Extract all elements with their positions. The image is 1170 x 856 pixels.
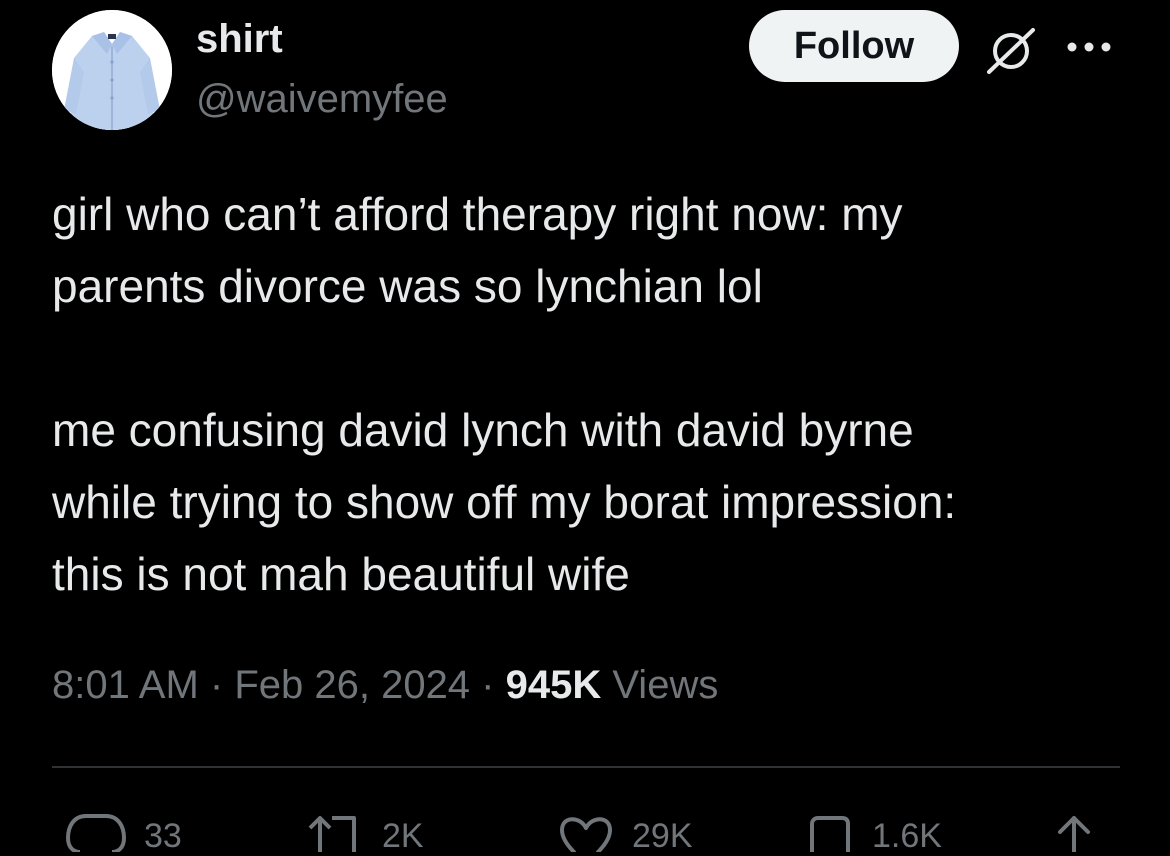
share-button[interactable] bbox=[1052, 808, 1096, 852]
bookmark-icon bbox=[810, 816, 850, 852]
bookmark-count: 1.6K bbox=[872, 817, 942, 855]
meta-separator: · bbox=[470, 663, 506, 707]
follow-button[interactable]: Follow bbox=[749, 10, 959, 82]
more-options-icon[interactable] bbox=[1064, 36, 1114, 58]
like-button[interactable]: 29K bbox=[556, 808, 693, 855]
avatar[interactable] bbox=[52, 10, 172, 130]
like-count: 29K bbox=[632, 817, 693, 855]
repost-count: 2K bbox=[382, 817, 424, 855]
reply-icon bbox=[65, 814, 127, 852]
share-icon bbox=[1058, 816, 1090, 852]
tweet-paragraph: girl who can’t afford therapy right now:… bbox=[52, 188, 903, 312]
tweet-text: girl who can’t afford therapy right now:… bbox=[52, 178, 1132, 610]
divider bbox=[52, 766, 1120, 768]
repost-button[interactable]: 2K bbox=[306, 808, 424, 855]
user-handle[interactable]: @waivemyfee bbox=[196, 76, 448, 122]
views-label: Views bbox=[601, 663, 719, 707]
shirt-avatar-image bbox=[52, 10, 172, 130]
tweet-time[interactable]: 8:01 AM bbox=[52, 663, 199, 707]
display-name[interactable]: shirt bbox=[196, 16, 283, 62]
grok-icon[interactable] bbox=[983, 22, 1039, 78]
reply-count: 33 bbox=[144, 817, 182, 855]
tweet-date[interactable]: Feb 26, 2024 bbox=[234, 663, 470, 707]
bookmark-button[interactable]: 1.6K bbox=[806, 808, 942, 855]
reply-button[interactable]: 33 bbox=[64, 808, 182, 855]
views-count: 945K bbox=[505, 663, 602, 707]
tweet-paragraph: me confusing david lynch with david byrn… bbox=[52, 404, 957, 600]
tweet-meta: 8:01 AM · Feb 26, 2024 · 945K Views bbox=[52, 658, 718, 712]
repost-icon bbox=[308, 816, 356, 852]
meta-separator: · bbox=[198, 663, 235, 707]
heart-icon bbox=[559, 817, 613, 852]
